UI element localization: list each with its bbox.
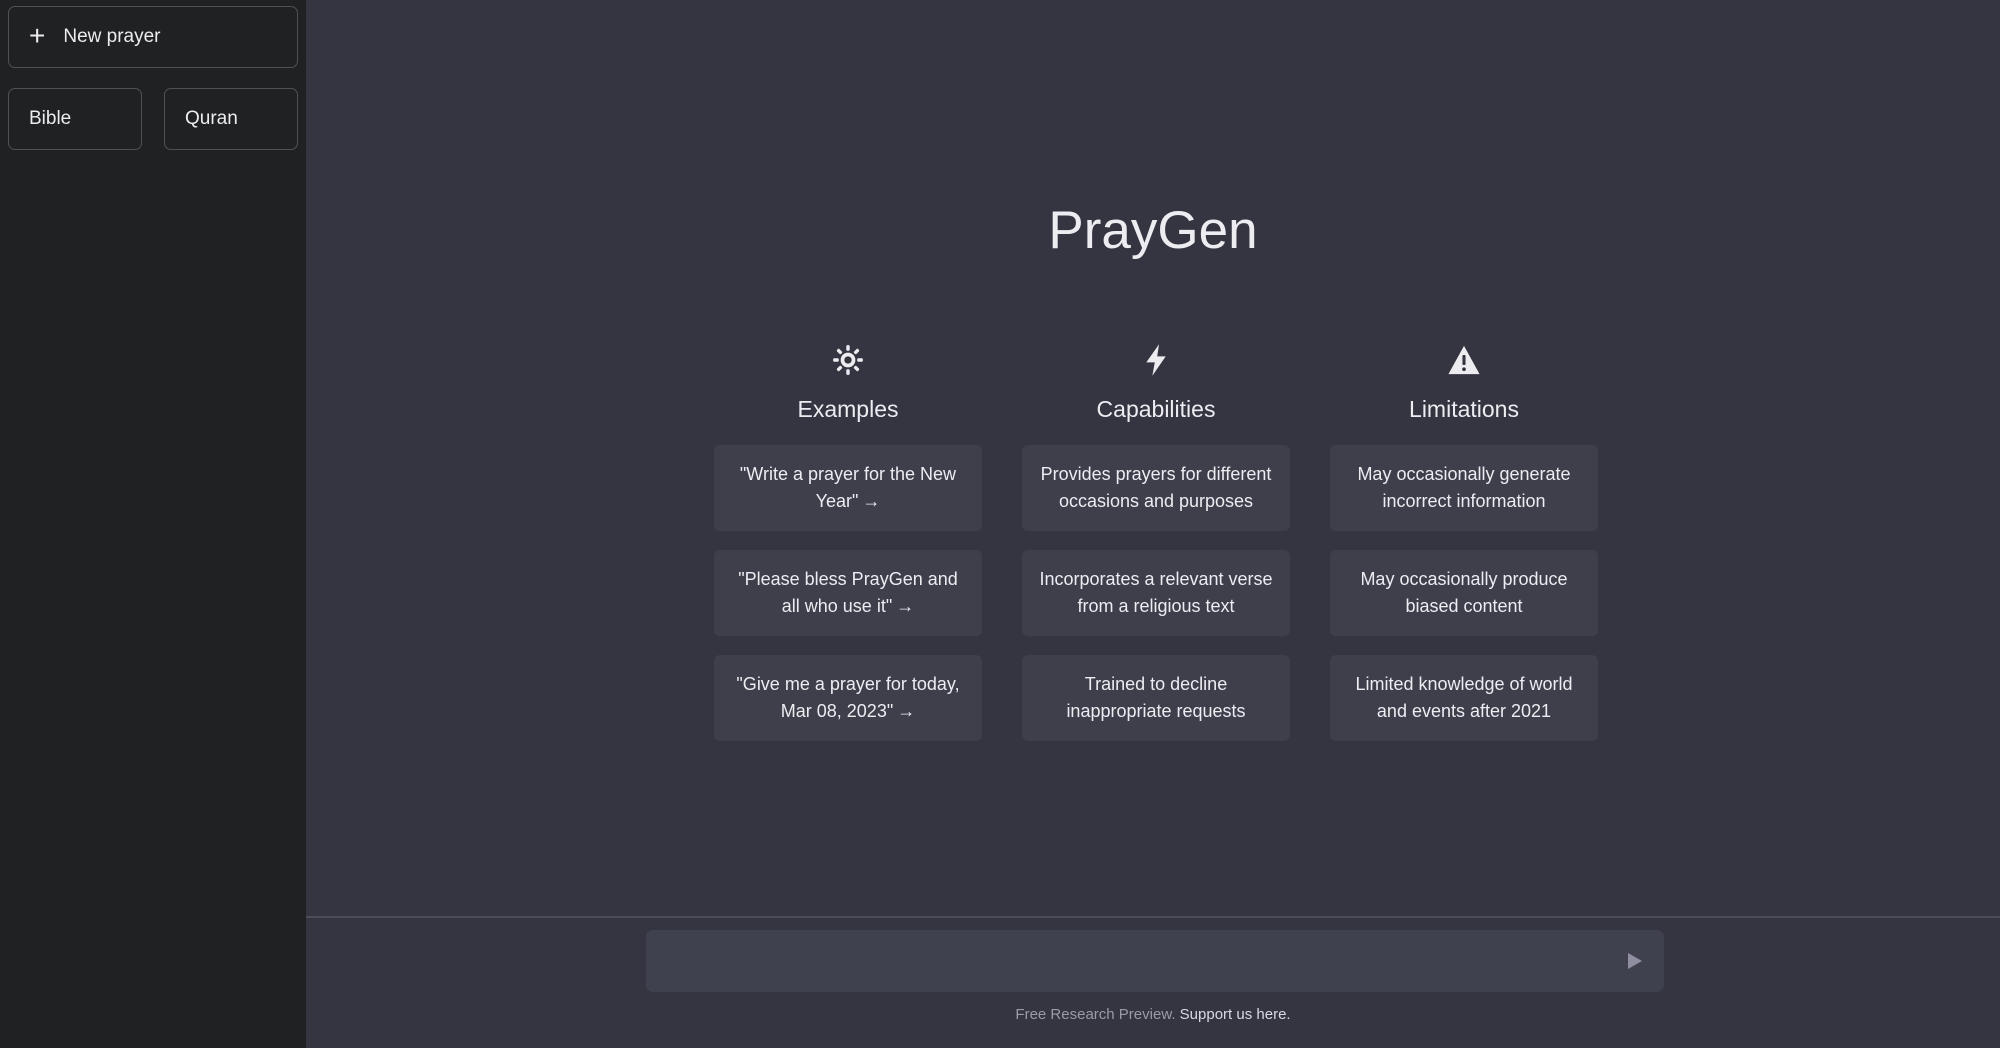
arrow-right-icon: → xyxy=(897,701,916,721)
limitation-text: May occasionally produce biased content xyxy=(1360,569,1568,616)
page-title: PrayGen xyxy=(1048,201,1258,260)
limitation-card: May occasionally generate incorrect info… xyxy=(1330,445,1598,531)
limitation-text: May occasionally generate incorrect info… xyxy=(1357,464,1571,511)
arrow-right-icon: → xyxy=(862,491,881,511)
support-link[interactable]: Support us here. xyxy=(1180,1006,1291,1023)
capability-text: Incorporates a relevant verse from a rel… xyxy=(1039,569,1273,616)
capability-text: Trained to decline inappropriate request… xyxy=(1066,674,1246,721)
capabilities-column: Capabilities Provides prayers for differ… xyxy=(1022,338,1290,760)
examples-column: Examples "Write a prayer for the New Yea… xyxy=(714,338,982,760)
book-selector: Bible Quran xyxy=(8,88,298,150)
send-button[interactable] xyxy=(1622,949,1646,973)
limitations-column: Limitations May occasionally generate in… xyxy=(1330,338,1598,760)
info-columns: Examples "Write a prayer for the New Yea… xyxy=(714,338,1598,760)
examples-title: Examples xyxy=(797,396,899,422)
limitation-card: Limited knowledge of world and events af… xyxy=(1330,655,1598,741)
capability-card: Provides prayers for different occasions… xyxy=(1022,445,1290,531)
quran-label: Quran xyxy=(185,108,238,129)
capability-card: Incorporates a relevant verse from a rel… xyxy=(1022,550,1290,636)
example-card[interactable]: "Give me a prayer for today, Mar 08, 202… xyxy=(714,655,982,741)
lightning-icon xyxy=(1141,338,1171,382)
example-card[interactable]: "Write a prayer for the New Year" → xyxy=(714,445,982,531)
footer: Free Research Preview. Support us here. xyxy=(306,1006,2000,1023)
capability-card: Trained to decline inappropriate request… xyxy=(1022,655,1290,741)
plus-icon: + xyxy=(29,19,46,51)
bible-button[interactable]: Bible xyxy=(8,88,142,150)
capabilities-title: Capabilities xyxy=(1096,396,1216,422)
sidebar: + New prayer Bible Quran xyxy=(0,0,306,1048)
example-text: "Write a prayer for the New Year" xyxy=(739,464,957,511)
limitation-text: Limited knowledge of world and events af… xyxy=(1355,674,1573,721)
sun-icon xyxy=(831,338,865,382)
new-prayer-label: New prayer xyxy=(63,26,161,47)
example-card[interactable]: "Please bless PrayGen and all who use it… xyxy=(714,550,982,636)
arrow-right-icon: → xyxy=(896,596,915,616)
example-text: "Please bless PrayGen and all who use it… xyxy=(738,569,958,616)
send-icon xyxy=(1628,953,1642,969)
new-prayer-button[interactable]: + New prayer xyxy=(8,6,298,68)
bible-label: Bible xyxy=(29,108,72,129)
prompt-input[interactable] xyxy=(646,930,1606,992)
composer-bar: Free Research Preview. Support us here. xyxy=(306,916,2000,1048)
warning-icon xyxy=(1447,338,1481,382)
app: + New prayer Bible Quran PrayGen Example… xyxy=(0,0,2000,1048)
footer-text: Free Research Preview. xyxy=(1015,1006,1176,1023)
prompt-box xyxy=(646,930,1664,992)
limitation-card: May occasionally produce biased content xyxy=(1330,550,1598,636)
capability-text: Provides prayers for different occasions… xyxy=(1040,464,1272,511)
example-text: "Give me a prayer for today, Mar 08, 202… xyxy=(736,674,960,721)
main-area: PrayGen Examples "Write a prayer for the… xyxy=(306,0,2000,1048)
limitations-title: Limitations xyxy=(1409,396,1519,422)
quran-button[interactable]: Quran xyxy=(164,88,298,150)
